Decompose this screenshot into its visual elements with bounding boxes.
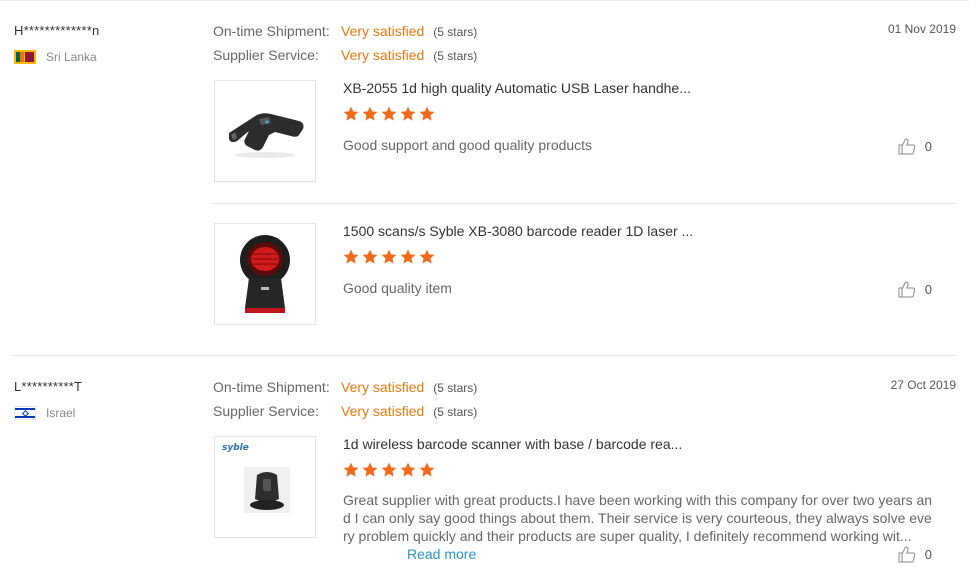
supplier-service-rating: Supplier Service: Very satisfied (5 star…	[213, 47, 477, 63]
read-more-link[interactable]: Read more	[407, 546, 476, 562]
star-icon	[400, 106, 416, 121]
supplier-service-rating: Supplier Service: Very satisfied (5 star…	[213, 403, 477, 419]
desktop-scanner-image	[240, 235, 290, 313]
like-count: 0	[924, 139, 932, 154]
reviewer-country: Sri Lanka	[14, 50, 97, 64]
rating-stars-text: (5 stars)	[433, 405, 478, 419]
star-icon	[400, 462, 416, 477]
like-count: 0	[924, 547, 932, 562]
product-divider	[213, 203, 956, 204]
thumbs-up-icon	[898, 546, 915, 563]
rating-label: On-time Shipment:	[213, 23, 330, 39]
israel-flag-icon	[14, 406, 36, 420]
product-star-rating	[343, 249, 435, 265]
star-icon	[343, 249, 359, 264]
star-icon	[343, 462, 359, 477]
star-icon	[419, 106, 435, 121]
wireless-scanner-image	[244, 467, 290, 513]
star-icon	[381, 462, 397, 477]
star-icon	[362, 462, 378, 477]
product-title[interactable]: XB-2055 1d high quality Automatic USB La…	[343, 80, 691, 96]
product-star-rating	[343, 462, 435, 478]
star-icon	[400, 249, 416, 264]
top-divider	[0, 0, 969, 1]
reviewed-product: syble 1d wireless barcode scanner with b…	[213, 436, 956, 575]
review-date: 01 Nov 2019	[887, 22, 956, 36]
review-comment: Good quality item	[343, 280, 452, 296]
rating-value: Very satisfied	[341, 23, 425, 39]
rating-label: Supplier Service:	[213, 403, 319, 419]
syble-logo: syble	[222, 443, 249, 453]
star-icon	[381, 249, 397, 264]
rating-stars-text: (5 stars)	[433, 25, 478, 39]
country-name: Sri Lanka	[46, 50, 97, 64]
star-icon	[362, 249, 378, 264]
reviewer-name: L**********T	[14, 379, 83, 394]
country-name: Israel	[46, 406, 76, 420]
rating-stars-text: (5 stars)	[433, 49, 478, 63]
sri-lanka-flag-icon	[14, 50, 36, 64]
product-title[interactable]: 1d wireless barcode scanner with base / …	[343, 436, 682, 452]
like-button[interactable]: 0	[898, 138, 932, 155]
rating-value: Very satisfied	[341, 403, 425, 419]
star-icon	[343, 106, 359, 121]
review-comment: Good support and good quality products	[343, 137, 593, 153]
product-image[interactable]	[214, 223, 316, 325]
like-count: 0	[924, 282, 932, 297]
star-icon	[381, 106, 397, 121]
review-divider	[13, 355, 956, 356]
review-comment-text: Great supplier with great products.I hav…	[343, 492, 933, 544]
like-button[interactable]: 0	[898, 546, 932, 563]
rating-stars-text: (5 stars)	[433, 381, 478, 395]
product-star-rating	[343, 106, 435, 122]
like-button[interactable]: 0	[898, 281, 932, 298]
reviewer-name: H*************n	[14, 23, 100, 38]
star-icon	[419, 249, 435, 264]
review-comment: Great supplier with great products.I hav…	[343, 491, 933, 563]
reviewed-product: 1500 scans/s Syble XB-3080 barcode reade…	[213, 223, 956, 326]
rating-value: Very satisfied	[341, 379, 425, 395]
on-time-shipment-rating: On-time Shipment: Very satisfied (5 star…	[213, 379, 477, 395]
reviewer-country: Israel	[14, 406, 75, 420]
product-image[interactable]	[214, 80, 316, 182]
on-time-shipment-rating: On-time Shipment: Very satisfied (5 star…	[213, 23, 477, 39]
handheld-scanner-image	[229, 113, 304, 158]
rating-label: Supplier Service:	[213, 47, 319, 63]
review-date: 27 Oct 2019	[890, 378, 956, 392]
product-title[interactable]: 1500 scans/s Syble XB-3080 barcode reade…	[343, 223, 693, 239]
reviewed-product: XB-2055 1d high quality Automatic USB La…	[213, 80, 956, 183]
thumbs-up-icon	[898, 281, 915, 298]
rating-value: Very satisfied	[341, 47, 425, 63]
rating-label: On-time Shipment:	[213, 379, 330, 395]
thumbs-up-icon	[898, 138, 915, 155]
star-icon	[362, 106, 378, 121]
star-icon	[419, 462, 435, 477]
product-image[interactable]: syble	[214, 436, 316, 538]
